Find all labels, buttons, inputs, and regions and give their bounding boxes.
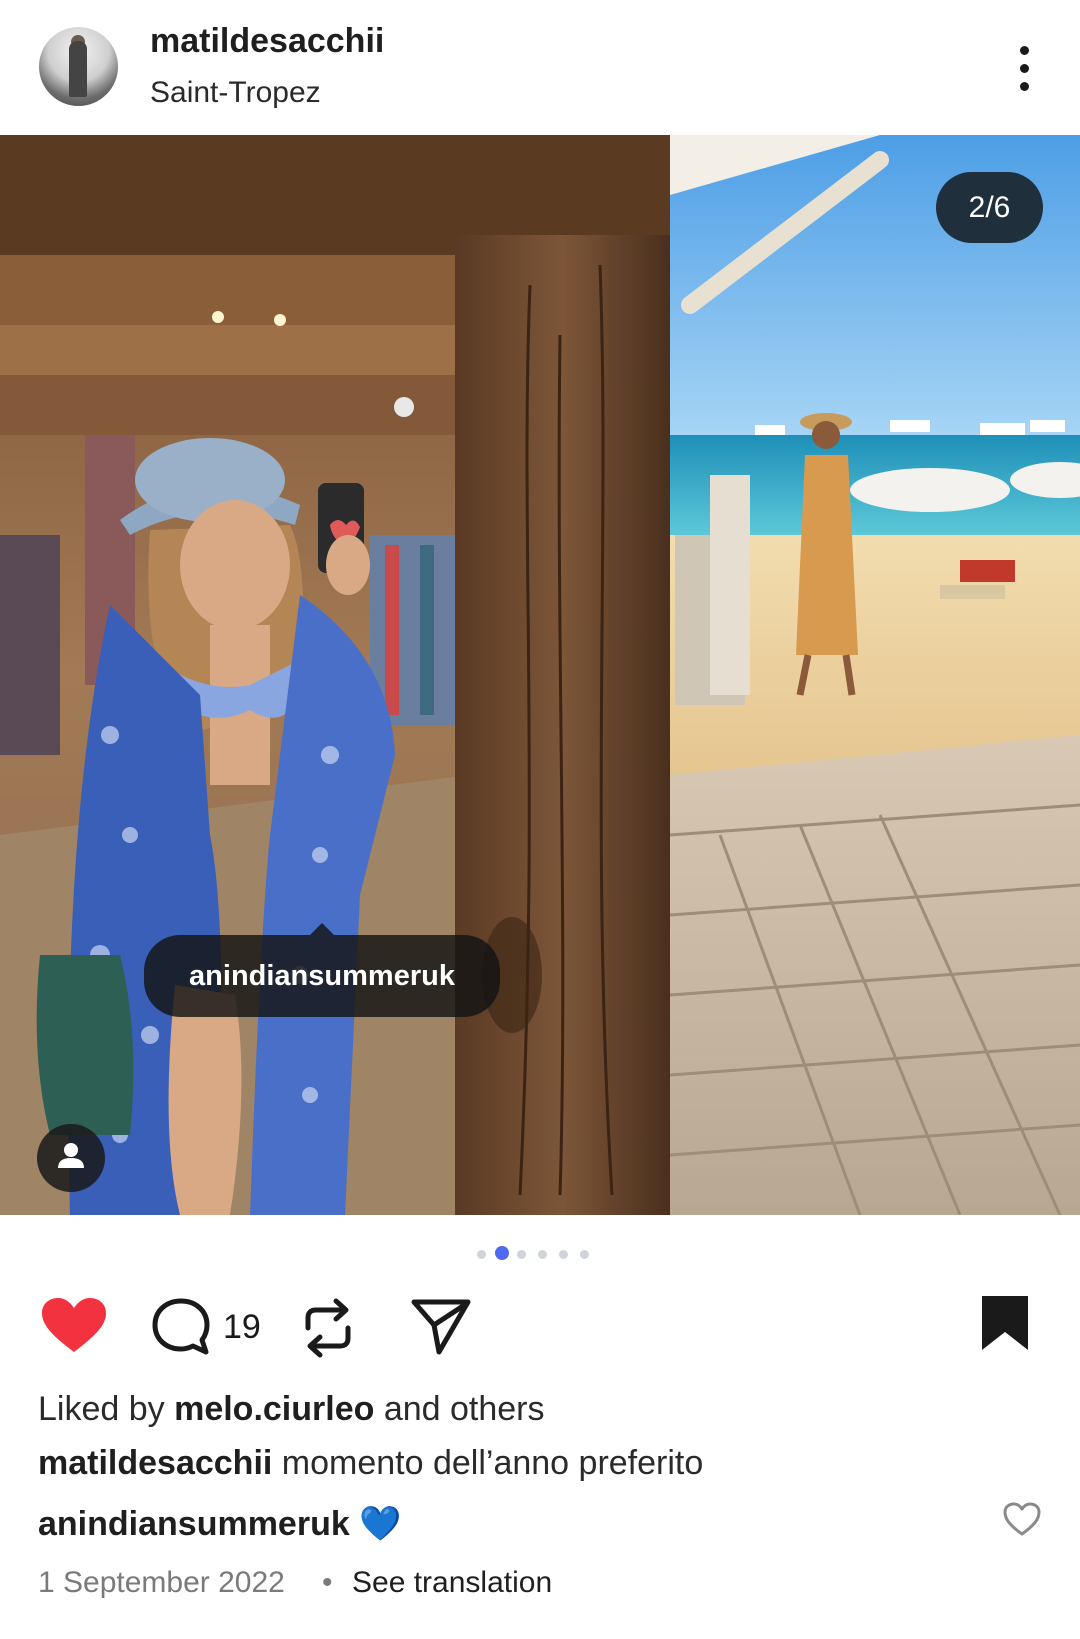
liked-by-line: Liked by melo.ciurleo and others (38, 1390, 545, 1429)
carousel-dot-active (495, 1246, 509, 1260)
repost-button[interactable] (300, 1296, 356, 1360)
post-location[interactable]: Saint-Tropez (150, 76, 321, 110)
send-icon (411, 1299, 471, 1355)
comment-icon (152, 1298, 210, 1355)
carousel-dot (580, 1250, 589, 1259)
share-button[interactable] (410, 1298, 472, 1356)
comment-like-button[interactable] (1002, 1500, 1042, 1540)
carousel-dot (559, 1250, 568, 1259)
heart-filled-icon (42, 1298, 106, 1352)
avatar-figure (69, 41, 87, 97)
separator-dot: • (322, 1566, 333, 1599)
liked-by-suffix[interactable]: and others (384, 1390, 545, 1428)
carousel-dot (517, 1250, 526, 1259)
comment-text: 💙 (359, 1505, 402, 1543)
see-translation-link[interactable]: See translation (352, 1566, 552, 1600)
liked-by-prefix: Liked by (38, 1390, 165, 1428)
photo-illustration (0, 135, 1080, 1215)
more-vertical-icon[interactable] (1005, 40, 1041, 100)
save-button[interactable] (980, 1294, 1030, 1352)
avatar[interactable] (39, 27, 118, 106)
caption-line: matildesacchii momento dell’anno preferi… (38, 1444, 703, 1483)
comment-button[interactable] (150, 1296, 212, 1358)
liked-by-user[interactable]: melo.ciurleo (174, 1390, 374, 1428)
post-photo[interactable]: 2/6 anindiansummeruk (0, 135, 1080, 1215)
caption-text: momento dell’anno preferito (281, 1444, 704, 1482)
user-tag-label[interactable]: anindiansummeruk (144, 923, 500, 1017)
user-tags-button[interactable] (37, 1124, 105, 1192)
person-icon (58, 1143, 84, 1168)
repost-icon (305, 1298, 351, 1358)
carousel-dot (477, 1250, 486, 1259)
comment-line: anindiansummeruk 💙 (38, 1504, 402, 1544)
comment-count: 19 (223, 1308, 261, 1346)
comment-author[interactable]: anindiansummeruk (38, 1505, 350, 1543)
heart-outline-icon (1003, 1502, 1041, 1536)
post-date: 1 September 2022 (38, 1566, 285, 1599)
bookmark-filled-icon (982, 1296, 1028, 1350)
carousel-dot (538, 1250, 547, 1259)
caption-author[interactable]: matildesacchii (38, 1444, 272, 1482)
post-username[interactable]: matildesacchii (150, 22, 384, 61)
like-button[interactable] (40, 1296, 108, 1356)
image-counter: 2/6 (936, 172, 1043, 243)
post-header: matildesacchii Saint-Tropez (0, 0, 1080, 135)
